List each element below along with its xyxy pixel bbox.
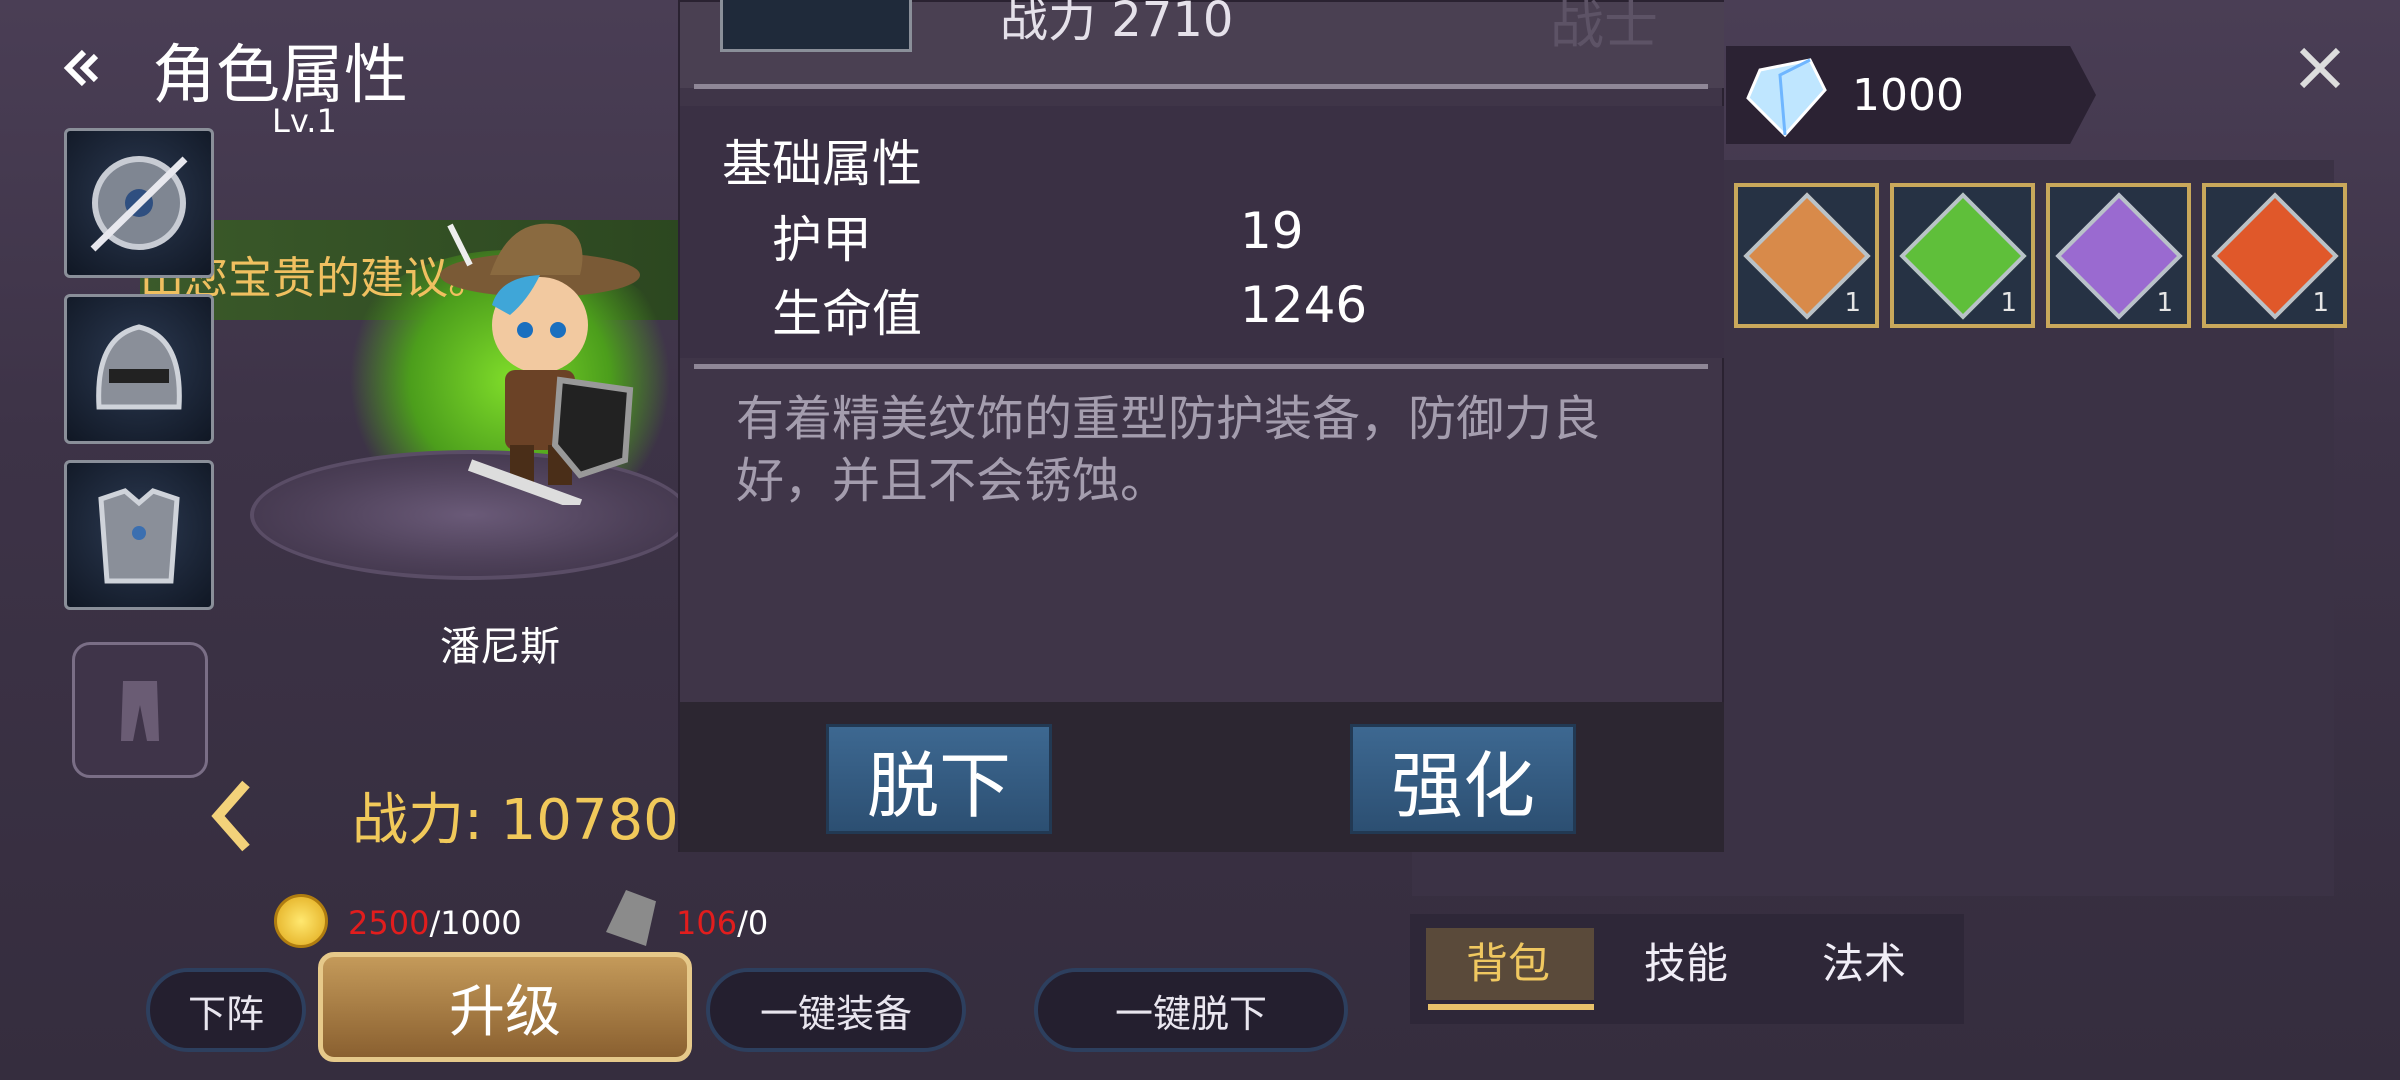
pants-icon: [121, 681, 159, 741]
hero-level: Lv.1: [272, 102, 337, 140]
divider-mid: [694, 364, 1708, 369]
stat-value-armor: 19: [1240, 202, 1304, 260]
stone-need: /0: [737, 904, 769, 942]
equip-slot-helmet[interactable]: [64, 294, 214, 444]
skill-qty: 1: [1844, 288, 1861, 318]
upgrade-button[interactable]: 升级: [318, 952, 692, 1062]
back-button[interactable]: [54, 40, 110, 96]
equip-all-button[interactable]: 一键装备: [706, 968, 966, 1052]
equip-slot-weapon[interactable]: [64, 128, 214, 278]
upgrade-stone-icon: [606, 890, 656, 946]
skill-slot-1[interactable]: 1: [1734, 183, 1879, 328]
take-off-button[interactable]: 脱下: [826, 724, 1052, 834]
item-class: 战士: [1550, 0, 1658, 56]
item-thumbnail: [720, 0, 912, 52]
equip-slot-armor[interactable]: [64, 460, 214, 610]
gold-coin-icon: [274, 894, 328, 948]
gold-have: 2500: [348, 904, 430, 942]
tab-spell[interactable]: 法术: [1822, 930, 1906, 991]
tab-bag[interactable]: 背包: [1466, 930, 1550, 991]
stone-cost: 106/0: [676, 904, 768, 942]
stat-value-hp: 1246: [1240, 276, 1368, 334]
unequip-all-button[interactable]: 一键脱下: [1034, 968, 1348, 1052]
enhance-button[interactable]: 强化: [1350, 724, 1576, 834]
divider-top: [694, 84, 1708, 89]
prev-hero-arrow[interactable]: [208, 778, 256, 858]
item-detail-popup: 战力 2710 战士 基础属性 护甲 19 生命值 1246 有着精美纹饰的重型…: [678, 0, 1724, 852]
skill-qty: 1: [2312, 288, 2329, 318]
hero-sprite: [440, 223, 640, 505]
helmet-icon: [96, 324, 182, 410]
chest-armor-icon: [98, 488, 180, 584]
stone-have: 106: [676, 904, 738, 942]
skill-qty: 1: [2000, 288, 2017, 318]
close-button[interactable]: [2292, 40, 2348, 96]
upgrade-button-label: 升级: [449, 979, 561, 1045]
item-power: 战力 2710: [1000, 0, 1234, 48]
chevron-left-icon: [211, 780, 250, 852]
enhance-label: 强化: [1390, 743, 1535, 828]
base-stats-title: 基础属性: [722, 135, 922, 193]
stat-label-armor: 护甲: [772, 211, 872, 269]
gem-count: 1000: [1852, 70, 1964, 121]
tab-skill[interactable]: 技能: [1644, 930, 1728, 991]
equip-slot-pants[interactable]: [72, 642, 208, 778]
close-icon: [2299, 47, 2341, 89]
skill-qty: 1: [2156, 288, 2173, 318]
tab-bag-underline: [1428, 1004, 1594, 1010]
hero-power: 战力: 10780: [352, 788, 679, 853]
skill-slot-3[interactable]: 1: [2046, 183, 2191, 328]
take-off-label: 脱下: [866, 743, 1011, 828]
hero-name: 潘尼斯: [440, 624, 560, 670]
gold-need: /1000: [429, 904, 522, 942]
gold-cost: 2500/1000: [348, 904, 522, 942]
skill-slot-4[interactable]: 1: [2202, 183, 2347, 328]
diamond-icon: [1746, 58, 1827, 138]
back-arrow-icon: [63, 49, 99, 87]
stat-label-hp: 生命值: [772, 285, 922, 343]
round-shield-icon: [90, 156, 188, 252]
skill-slot-2[interactable]: 1: [1890, 183, 2035, 328]
item-description: 有着精美纹饰的重型防护装备，防御力良好，并且不会锈蚀。: [736, 391, 1601, 509]
lineup-button[interactable]: 下阵: [146, 968, 306, 1052]
